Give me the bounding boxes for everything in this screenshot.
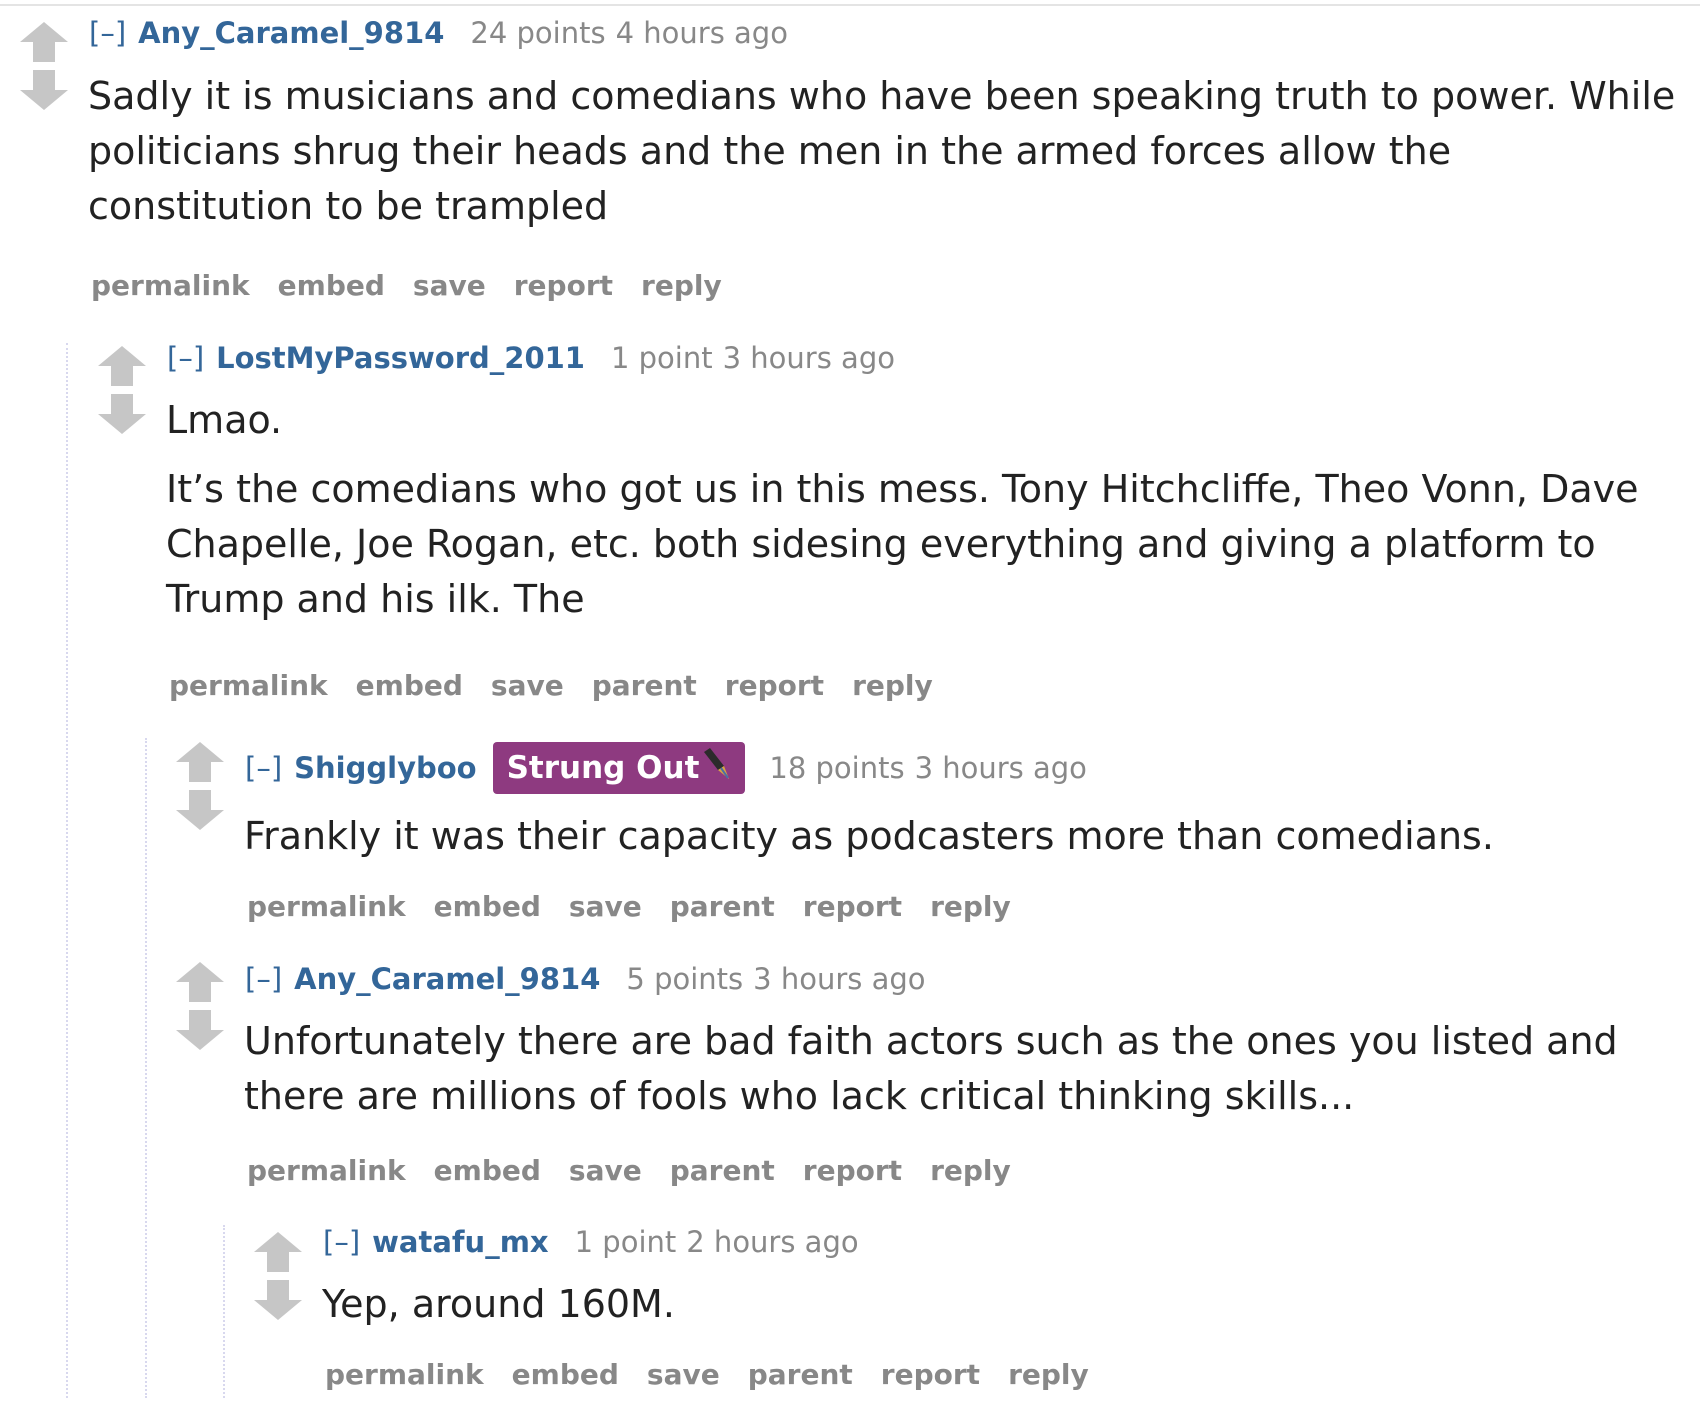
comment-paragraph: Unfortunately there are bad faith actors… xyxy=(244,1019,1618,1118)
collapse-toggle[interactable]: [–] xyxy=(167,341,204,375)
comment-actions: permalink embed save parent report reply xyxy=(247,887,1039,927)
comment-body: Unfortunately there are bad faith actors… xyxy=(244,1014,1684,1124)
save-button[interactable]: save xyxy=(569,1154,642,1187)
top-divider xyxy=(0,4,1700,6)
report-button[interactable]: report xyxy=(725,669,824,702)
score: 5 points xyxy=(626,962,744,996)
comment-paragraph: Frankly it was their capacity as podcast… xyxy=(244,814,1494,858)
comment-body: Lmao. It’s the comedians who got us in t… xyxy=(166,393,1686,627)
timestamp[interactable]: 2 hours ago xyxy=(686,1225,858,1259)
comment-actions: permalink embed save report reply xyxy=(91,266,750,306)
comment-tagline: [–] LostMyPassword_2011 1 point 3 hours ago xyxy=(167,338,895,378)
author-link[interactable]: Any_Caramel_9814 xyxy=(138,16,444,50)
score: 1 point xyxy=(610,341,713,375)
reply-button[interactable]: reply xyxy=(1008,1358,1089,1391)
author-link[interactable]: Any_Caramel_9814 xyxy=(294,962,600,996)
embed-button[interactable]: embed xyxy=(434,1154,541,1187)
comment-actions: permalink embed save parent report reply xyxy=(247,1151,1039,1191)
embed-button[interactable]: embed xyxy=(356,669,463,702)
report-button[interactable]: report xyxy=(514,269,613,302)
reply-button[interactable]: reply xyxy=(930,1154,1011,1187)
timestamp[interactable]: 3 hours ago xyxy=(723,341,895,375)
comment-paragraph: Yep, around 160M. xyxy=(322,1282,675,1326)
report-button[interactable]: report xyxy=(881,1358,980,1391)
permalink-button[interactable]: permalink xyxy=(247,890,406,923)
score: 18 points xyxy=(769,751,905,785)
vote-buttons xyxy=(20,22,68,112)
comment-tagline: [–] Any_Caramel_9814 5 points 3 hours ago xyxy=(245,959,926,999)
author-link[interactable]: LostMyPassword_2011 xyxy=(216,341,585,375)
comment-paragraph: Lmao. xyxy=(166,398,283,442)
parent-button[interactable]: parent xyxy=(670,890,775,923)
report-button[interactable]: report xyxy=(803,1154,902,1187)
vote-buttons xyxy=(176,742,224,832)
downvote-arrow-icon[interactable] xyxy=(176,1010,224,1050)
thread-line-depth-1[interactable] xyxy=(66,343,68,1398)
embed-button[interactable]: embed xyxy=(434,890,541,923)
downvote-arrow-icon[interactable] xyxy=(254,1280,302,1320)
comment-paragraph: Sadly it is musicians and comedians who … xyxy=(88,74,1676,228)
parent-button[interactable]: parent xyxy=(592,669,697,702)
timestamp[interactable]: 4 hours ago xyxy=(616,16,788,50)
thread-line-depth-2[interactable] xyxy=(145,738,147,1398)
collapse-toggle[interactable]: [–] xyxy=(89,16,126,50)
reply-button[interactable]: reply xyxy=(930,890,1011,923)
author-link[interactable]: Shigglyboo xyxy=(294,751,476,785)
reply-button[interactable]: reply xyxy=(852,669,933,702)
parent-button[interactable]: parent xyxy=(670,1154,775,1187)
collapse-toggle[interactable]: [–] xyxy=(245,962,282,996)
comment-tagline: [–] Shigglyboo Strung Out 18 points 3 hours … xyxy=(245,742,1087,796)
save-button[interactable]: save xyxy=(491,669,564,702)
permalink-button[interactable]: permalink xyxy=(325,1358,484,1391)
save-button[interactable]: save xyxy=(569,890,642,923)
comment-actions: permalink embed save parent report reply xyxy=(325,1355,1117,1395)
upvote-arrow-icon[interactable] xyxy=(176,742,224,782)
fountain-pen-icon xyxy=(701,744,731,796)
collapse-toggle[interactable]: [–] xyxy=(323,1225,360,1259)
upvote-arrow-icon[interactable] xyxy=(20,22,68,62)
comment-tagline: [–] watafu_mx 1 point 2 hours ago xyxy=(323,1222,859,1262)
downvote-arrow-icon[interactable] xyxy=(176,790,224,830)
thread-line-depth-3[interactable] xyxy=(223,1225,225,1398)
embed-button[interactable]: embed xyxy=(278,269,385,302)
score: 1 point xyxy=(574,1225,677,1259)
permalink-button[interactable]: permalink xyxy=(91,269,250,302)
downvote-arrow-icon[interactable] xyxy=(98,394,146,434)
timestamp[interactable]: 3 hours ago xyxy=(915,751,1087,785)
vote-buttons xyxy=(176,962,224,1052)
flair-text: Strung Out xyxy=(506,750,700,786)
comment-paragraph: It’s the comedians who got us in this me… xyxy=(166,467,1639,621)
user-flair-badge: Strung Out xyxy=(492,742,746,796)
permalink-button[interactable]: permalink xyxy=(247,1154,406,1187)
downvote-arrow-icon[interactable] xyxy=(20,70,68,110)
parent-button[interactable]: parent xyxy=(748,1358,853,1391)
permalink-button[interactable]: permalink xyxy=(169,669,328,702)
comment-tagline: [–] Any_Caramel_9814 24 points 4 hours ago xyxy=(89,13,788,53)
upvote-arrow-icon[interactable] xyxy=(98,346,146,386)
report-button[interactable]: report xyxy=(803,890,902,923)
comment-body: Yep, around 160M. xyxy=(322,1277,1682,1332)
reply-button[interactable]: reply xyxy=(641,269,722,302)
comment-body: Frankly it was their capacity as podcast… xyxy=(244,809,1684,864)
vote-buttons xyxy=(98,346,146,436)
save-button[interactable]: save xyxy=(413,269,486,302)
comment-actions: permalink embed save parent report reply xyxy=(169,666,961,706)
vote-buttons xyxy=(254,1232,302,1322)
author-link[interactable]: watafu_mx xyxy=(372,1225,548,1259)
embed-button[interactable]: embed xyxy=(512,1358,619,1391)
upvote-arrow-icon[interactable] xyxy=(176,962,224,1002)
save-button[interactable]: save xyxy=(647,1358,720,1391)
upvote-arrow-icon[interactable] xyxy=(254,1232,302,1272)
timestamp[interactable]: 3 hours ago xyxy=(753,962,925,996)
comment-body: Sadly it is musicians and comedians who … xyxy=(88,69,1678,234)
score: 24 points xyxy=(470,16,606,50)
collapse-toggle[interactable]: [–] xyxy=(245,751,282,785)
